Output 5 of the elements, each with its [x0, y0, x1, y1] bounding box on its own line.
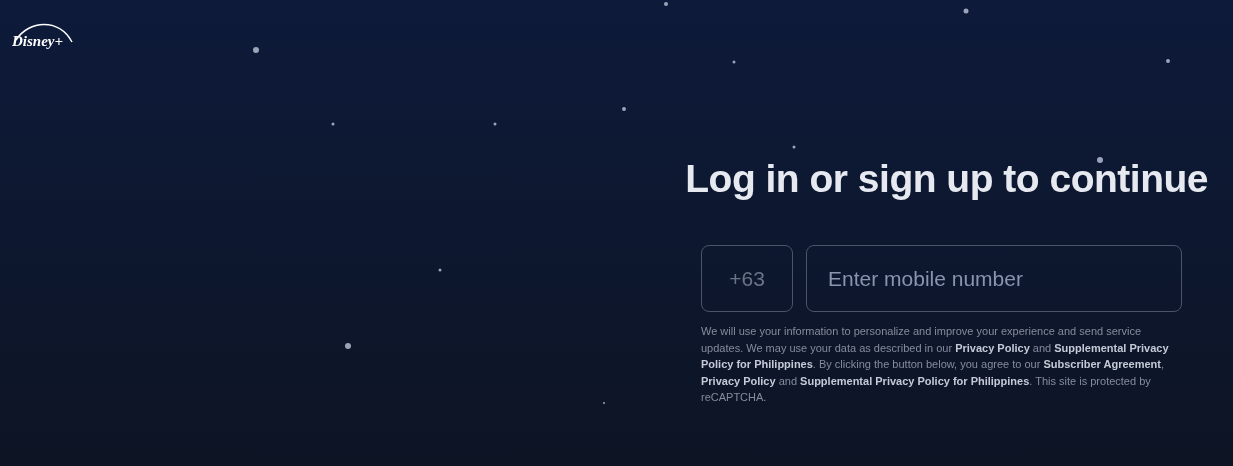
country-code-field[interactable]: +63: [701, 245, 793, 312]
mobile-number-field[interactable]: Enter mobile number: [806, 245, 1182, 312]
page-heading: Log in or sign up to continue: [685, 156, 1208, 202]
logo[interactable]: Disney+: [10, 20, 76, 50]
disclaimer-text: We will use your information to personalize and improve your experience and send service updates. We may use your data as described in our Privacy Policy and Supplemental Privacy Policy for Philippines. By clicking the button below, you agree to our Subscriber Agreement, Privacy Policy and Supplemental Privacy Policy for Philippines. This site is protected by reCAPTCHA.: [701, 324, 1170, 405]
